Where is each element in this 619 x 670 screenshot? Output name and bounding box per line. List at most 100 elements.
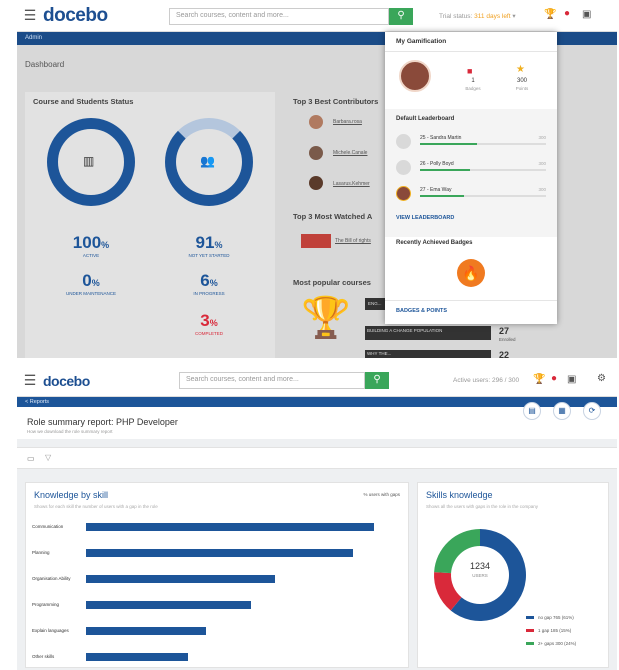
report-screenshot: ☰ docebo Search courses, content and mor…	[17, 365, 617, 670]
report-subtitle: How we download the role summary report	[27, 429, 113, 434]
stat-maintenance: 0% Under maintenance	[65, 271, 116, 296]
avatar	[309, 115, 323, 129]
folder-icon[interactable]: ▭	[27, 454, 35, 463]
leaderboard-title: Default Leaderboard	[396, 116, 455, 122]
legend-item: 1 gap 185 (15%)	[526, 628, 571, 633]
badges-count: 1	[471, 78, 475, 84]
enroll-label: Enrolled	[499, 337, 516, 342]
popular-course-row[interactable]: WHY THE...	[365, 350, 491, 358]
chart-legend: % users with gaps	[363, 492, 400, 497]
export-icon: ▦	[558, 406, 566, 415]
leaderboard-row[interactable]: 27 - Ema Way 300	[396, 184, 546, 206]
legend-item: no gap 765 (61%)	[526, 615, 574, 620]
bar	[86, 575, 275, 583]
search-input[interactable]: Search courses, content and more...	[169, 8, 389, 25]
export-button[interactable]: ▦	[553, 402, 571, 420]
stat-completed: 3% Completed	[194, 311, 223, 336]
users-icon: 👥	[200, 154, 215, 168]
top-bar: ☰ docebo Search courses, content and mor…	[17, 0, 617, 32]
stat-in-progress: 6% In progress	[193, 271, 225, 296]
progress-fill	[420, 195, 465, 197]
active-users[interactable]: Active users: 296 / 300	[453, 377, 519, 384]
leaderboard-row[interactable]: 25 - Sandra Martin 300	[396, 132, 546, 154]
filter-icon[interactable]: ▽	[45, 453, 51, 462]
contributor-link[interactable]: Barbara.rosa	[333, 119, 362, 125]
legend-label: 2+ gaps 300 (24%)	[538, 641, 577, 646]
legend-label: 1 gap 185 (15%)	[538, 628, 572, 633]
bar	[86, 523, 374, 531]
flame-badge-icon[interactable]: 🔥	[457, 259, 485, 287]
trial-status[interactable]: Trial status: 311 days left ▾	[439, 12, 516, 20]
page-title: Dashboard	[25, 60, 65, 69]
legend-label: no gap 765 (61%)	[538, 615, 574, 620]
avatar	[396, 134, 411, 149]
enroll-count: 22	[499, 350, 510, 358]
bar-label: Explain languages	[32, 628, 69, 633]
badge-icon[interactable]: ●	[564, 8, 570, 19]
menu-icon[interactable]: ☰	[17, 372, 43, 389]
contributor-link[interactable]: Lasarus.Kehmer	[333, 181, 370, 187]
card-title: Knowledge by skill	[34, 490, 109, 500]
enroll-count: 27	[499, 326, 510, 336]
progress-bar	[420, 195, 546, 197]
stat-active: 100% Active	[72, 233, 110, 258]
badges-title: Recently Achieved Badges	[396, 240, 473, 246]
refresh-button[interactable]: ⟳	[583, 402, 601, 420]
print-icon: ▤	[528, 406, 536, 415]
skills-knowledge-card: Skills knowledge Shows all the users wit…	[417, 482, 609, 668]
trophy-icon[interactable]: 🏆	[544, 9, 556, 20]
leaderboard-row[interactable]: 26 - Polly Boyd 300	[396, 158, 546, 180]
bar	[86, 627, 206, 635]
points-label: Points	[515, 86, 529, 91]
legend-swatch	[526, 629, 534, 633]
progress-fill	[420, 143, 477, 145]
star-icon: ★	[516, 64, 525, 75]
knowledge-by-skill-card: Knowledge by skill Shows for each skill …	[25, 482, 409, 668]
view-leaderboard-link[interactable]: VIEW LEADERBOARD	[396, 215, 454, 221]
gear-icon[interactable]: ⚙	[597, 373, 606, 384]
search-icon: ⚲	[373, 374, 381, 385]
search-input[interactable]: Search courses, content and more...	[179, 372, 365, 389]
report-title: Role summary report: PHP Developer	[27, 417, 178, 427]
bar	[86, 653, 188, 661]
filter-bar: ▭ ▽	[17, 447, 617, 469]
bar	[86, 549, 353, 557]
badges-points-link[interactable]: BADGES & POINTS	[396, 308, 447, 314]
avatar	[309, 146, 323, 160]
progress-fill	[420, 169, 471, 171]
search-button[interactable]: ⚲	[389, 8, 413, 25]
watched-title: Top 3 Most Watched A	[293, 212, 373, 221]
stat-not-started: 91% Not yet started	[188, 233, 230, 258]
divider	[385, 51, 557, 52]
badges-icon: ■	[467, 66, 473, 76]
trophy-icon[interactable]: 🏆	[533, 374, 545, 385]
video-thumbnail[interactable]	[301, 234, 331, 248]
bar	[86, 601, 251, 609]
badge-icon[interactable]: ●	[551, 373, 557, 384]
avatar	[396, 186, 411, 201]
divider	[385, 300, 557, 301]
card-subtitle: Shows all the users with gaps in the rol…	[426, 504, 539, 509]
watched-link[interactable]: The Bill of rights	[335, 238, 371, 244]
contributors-title: Top 3 Best Contributors	[293, 97, 379, 106]
panel-title: Course and Students Status	[33, 97, 134, 106]
logo[interactable]: docebo	[43, 5, 108, 27]
contributor-link[interactable]: Michele.Canale	[333, 150, 367, 156]
print-button[interactable]: ▤	[523, 402, 541, 420]
gamification-screenshot: ☰ docebo Search courses, content and mor…	[17, 0, 617, 358]
avatar	[309, 176, 323, 190]
legend-item: 2+ gaps 300 (24%)	[526, 641, 576, 646]
card-subtitle: Shows for each skill the number of users…	[34, 504, 158, 509]
bar-label: Other skills	[32, 654, 55, 659]
points-count: 300	[516, 78, 527, 84]
popular-title: Most popular courses	[293, 278, 371, 287]
bar-label: Programming	[32, 602, 60, 607]
gamification-popup: My Gamification ■ 1 Badges ★ 300 Points …	[385, 32, 557, 324]
search-icon: ⚲	[397, 10, 405, 21]
chat-icon[interactable]: ▣	[582, 9, 591, 20]
logo[interactable]: docebo	[43, 373, 90, 389]
search-button[interactable]: ⚲	[365, 372, 389, 389]
popular-course-row[interactable]: BUILDING A CHANGE POPULATION	[365, 326, 491, 340]
chat-icon[interactable]: ▣	[567, 374, 576, 385]
menu-icon[interactable]: ☰	[17, 7, 43, 24]
